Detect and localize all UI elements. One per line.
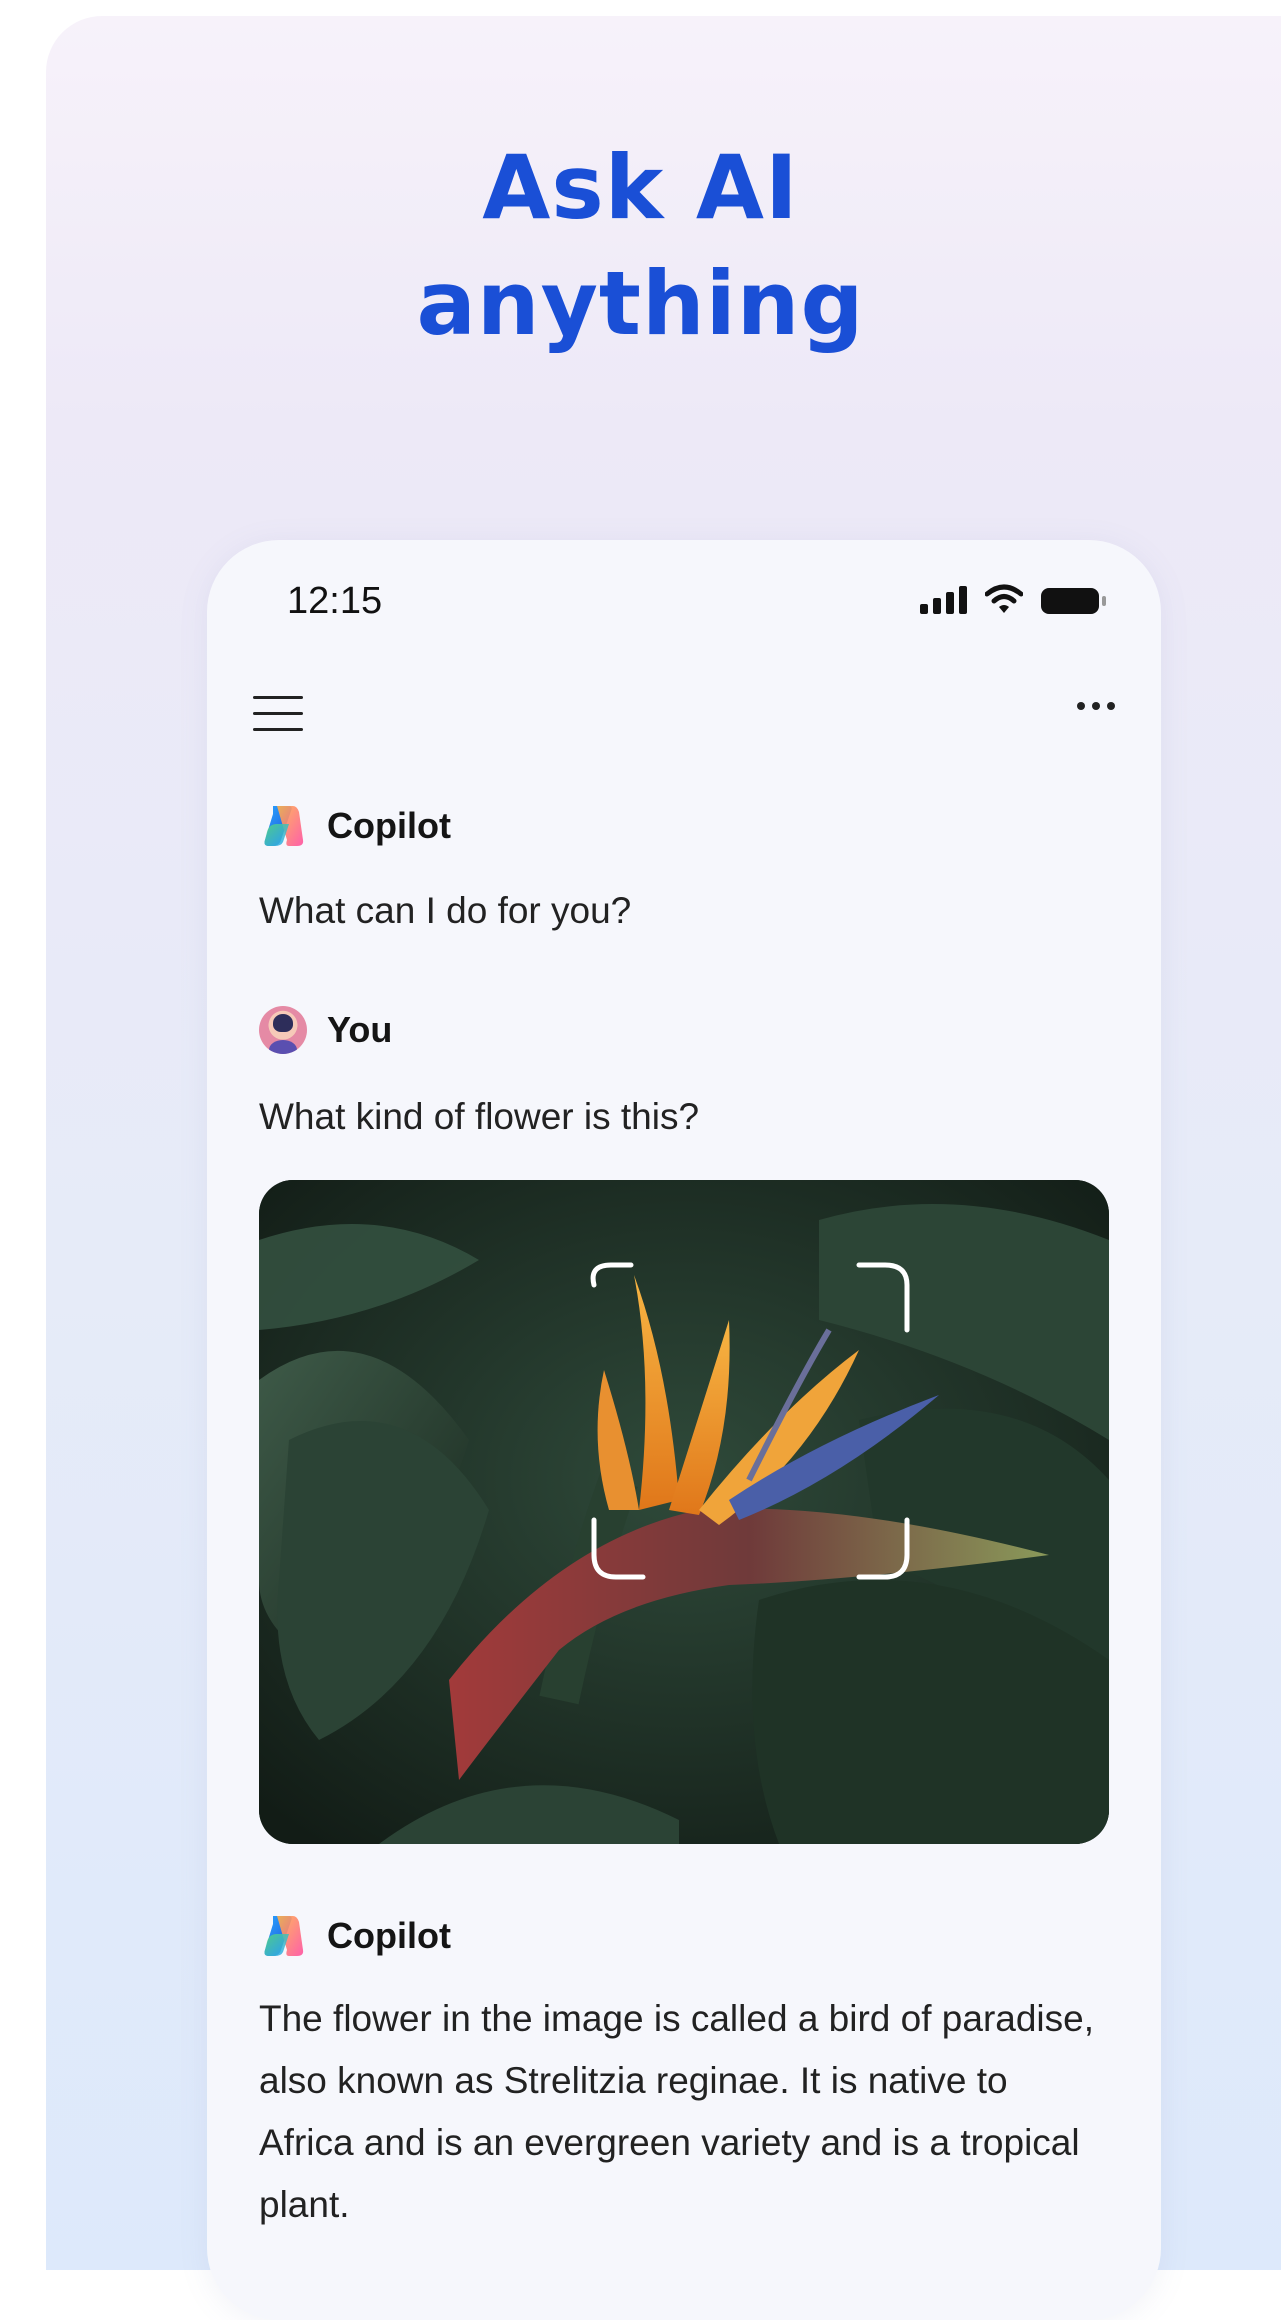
more-options-icon[interactable] [1077, 702, 1115, 710]
message-text: What kind of flower is this? [259, 1096, 700, 1137]
headline-line-2: anything [416, 252, 865, 355]
user-avatar [259, 1006, 307, 1054]
copilot-speaker-header: Copilot [259, 802, 451, 850]
message-text: The flower in the image is called a bird… [259, 1998, 1094, 2225]
battery-icon [1041, 588, 1106, 614]
speaker-name: Copilot [327, 805, 451, 846]
copilot-speaker-header: Copilot [259, 1912, 451, 1960]
bird-of-paradise-image [259, 1180, 1109, 1844]
copilot-logo-icon [264, 1916, 304, 1956]
hamburger-menu-icon[interactable] [253, 696, 303, 732]
copilot-logo-icon [264, 806, 304, 846]
message-text: What can I do for you? [259, 890, 632, 931]
signal-icon [920, 586, 967, 614]
speaker-name: Copilot [327, 1915, 451, 1956]
phone-screen: 12:15 Copilot What can I do for you? You… [207, 540, 1161, 2320]
headline: Ask AI anything [0, 130, 1281, 362]
headline-line-1: Ask AI [482, 136, 799, 239]
status-icons [920, 584, 1106, 614]
wifi-icon [985, 584, 1023, 613]
speaker-name: You [327, 1009, 393, 1050]
user-speaker-header: You [259, 1006, 392, 1054]
flower-photo[interactable] [259, 1180, 1109, 1844]
status-time: 12:15 [287, 580, 383, 622]
